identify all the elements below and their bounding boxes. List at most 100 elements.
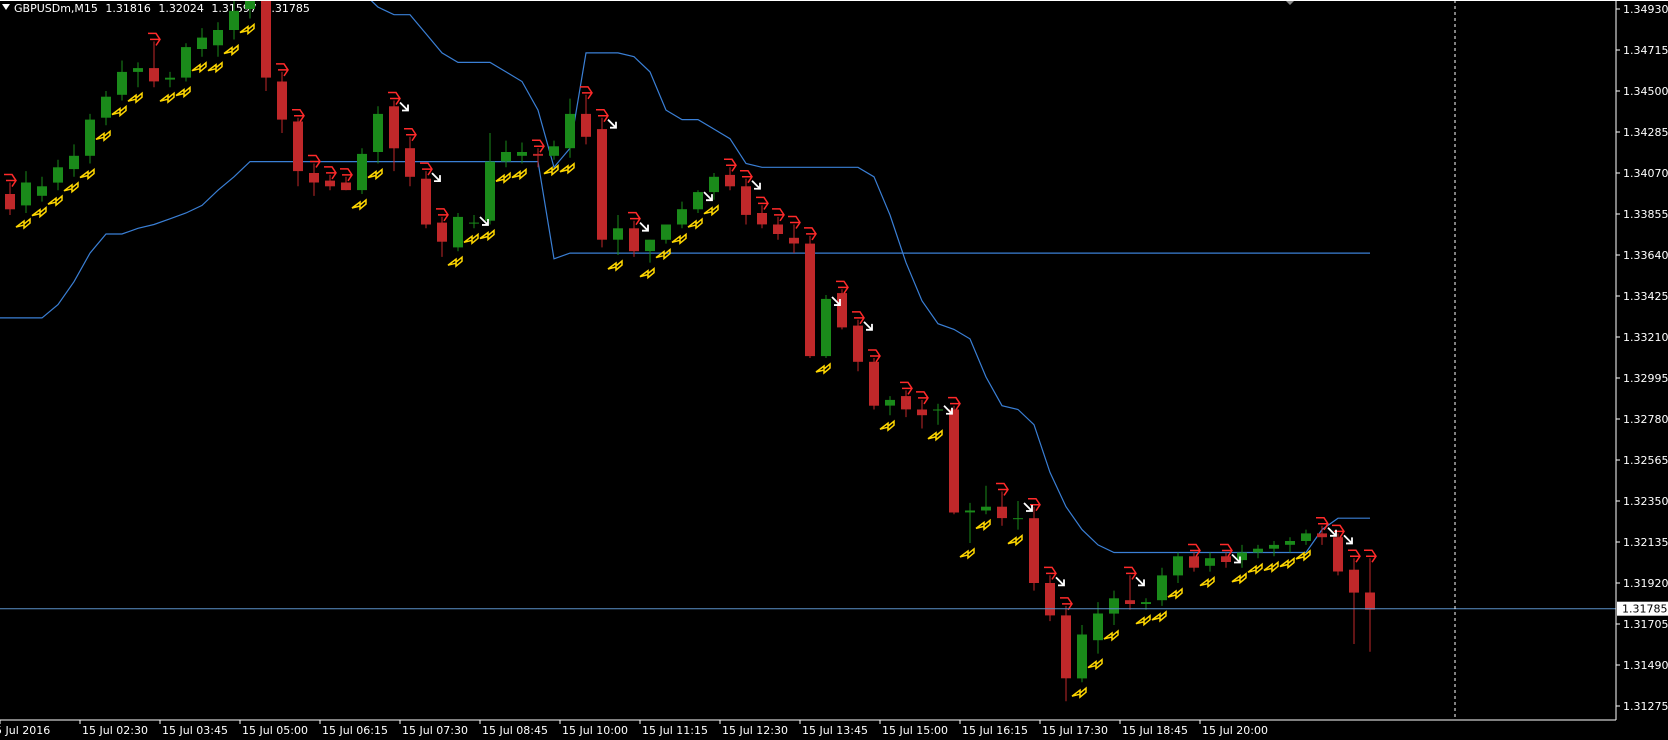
candle-body [1317,533,1327,538]
candle-body [485,161,495,221]
price-tick-label: 1.32135 [1623,536,1668,549]
buy-arrow-icon [511,167,527,181]
buy-arrow-icon [127,91,143,104]
candle-body [437,222,447,242]
candle-body [613,228,623,240]
signal-arrow-icon [703,191,713,202]
candle-body [181,47,191,78]
price-tick-label: 1.32780 [1623,413,1668,426]
price-tick-label: 1.32995 [1623,372,1668,385]
buy-arrow-icon [687,217,703,230]
buy-arrow-icon [95,129,111,142]
time-tick-label: 15 Jul 05:00 [242,724,308,737]
buy-arrow-icon [1263,560,1279,573]
candle-body [405,148,415,177]
candle-body [709,176,719,193]
candle-body [549,146,559,156]
candle-body [1077,634,1087,679]
candle-body [293,121,303,172]
time-tick-label: 15 Jul 17:30 [1042,724,1108,737]
candle-body [629,228,639,252]
buy-arrow-icon [351,198,367,211]
candle-body [373,113,383,152]
candle-body [981,506,991,511]
candle-body [821,298,831,357]
candle-body [37,186,47,196]
buy-arrow-icon [959,547,975,560]
candle-body [277,81,287,120]
candle-body [133,68,143,72]
price-tick-label: 1.33425 [1623,290,1668,303]
candle-body [1029,518,1039,583]
candle-body [661,224,671,240]
candle-body [1045,583,1055,616]
signal-arrow-icon [607,119,617,129]
candle-body [1285,541,1295,545]
price-tick-label: 1.33640 [1623,249,1668,262]
buy-arrow-icon [367,167,383,181]
signal-arrow-icon [863,321,873,331]
price-tick-label: 1.34715 [1623,44,1668,57]
candle-body [453,216,463,248]
signal-arrow-icon [1343,534,1353,545]
buy-arrow-icon [191,61,207,74]
candle-body [165,77,175,80]
time-tick-label: 15 Jul 11:15 [642,724,708,737]
candle-body [741,186,751,215]
buy-arrow-icon [975,518,991,531]
buy-arrow-icon [1247,562,1263,575]
candle-body [421,178,431,225]
buy-arrow-icon [463,232,479,245]
candle-body [949,409,959,513]
candle-body [725,174,735,187]
candle-body [1221,556,1231,562]
candle-body [1237,552,1247,561]
price-chart[interactable]: 1.34930 1.34715 1.34500 1.34285 1.34070 1.338… [0,0,1668,740]
signal-arrow-icon [751,180,761,190]
candle-body [1173,556,1183,576]
candle-body [1141,602,1151,604]
price-tick-label: 1.33855 [1623,208,1668,221]
price-tick-label: 1.33210 [1623,331,1668,344]
candle-body [1333,537,1343,572]
time-tick-label: 15 Jul 20:00 [1202,724,1268,737]
current-price-label: 1.31785 [1622,603,1668,616]
candle-body [213,30,223,46]
buy-arrow-icon [703,204,719,217]
candle-body [5,194,15,210]
price-tick-label: 1.31275 [1623,700,1668,713]
price-tick-label: 1.34070 [1623,167,1668,180]
candle-body [1093,613,1103,641]
candle-body [565,113,575,149]
candle-body [261,0,271,78]
candle-body [789,237,799,244]
buy-arrow-icon [559,162,575,175]
candle-body [805,243,815,357]
candle-body [229,10,239,30]
candle-body [597,129,607,240]
buy-arrow-icon [879,419,895,432]
candle-body [1253,548,1263,553]
candle-body [53,167,63,183]
candle-body [693,192,703,210]
time-tick-label: 15 Jul 06:15 [322,724,388,737]
candle-body [117,71,127,95]
time-tick-label: 15 Jul 18:45 [1122,724,1188,737]
channel-upper-line [369,0,1370,554]
candle-body [1365,592,1375,610]
candle-body [309,173,319,183]
candle-body [85,119,95,156]
candle-body [1349,569,1359,593]
candle-body [853,325,863,362]
buy-arrow-icon [159,91,175,104]
candle-body [1013,518,1023,520]
candle-body [901,396,911,410]
price-tick-label: 1.31705 [1623,618,1668,631]
buy-arrow-icon [495,171,511,184]
buy-arrow-icon [111,104,127,118]
signal-arrow-icon [399,101,409,112]
time-tick-label: 15 Jul 2016 [0,724,50,737]
buy-arrow-icon [543,164,559,177]
candle-body [501,152,511,162]
candle-body [69,155,79,170]
